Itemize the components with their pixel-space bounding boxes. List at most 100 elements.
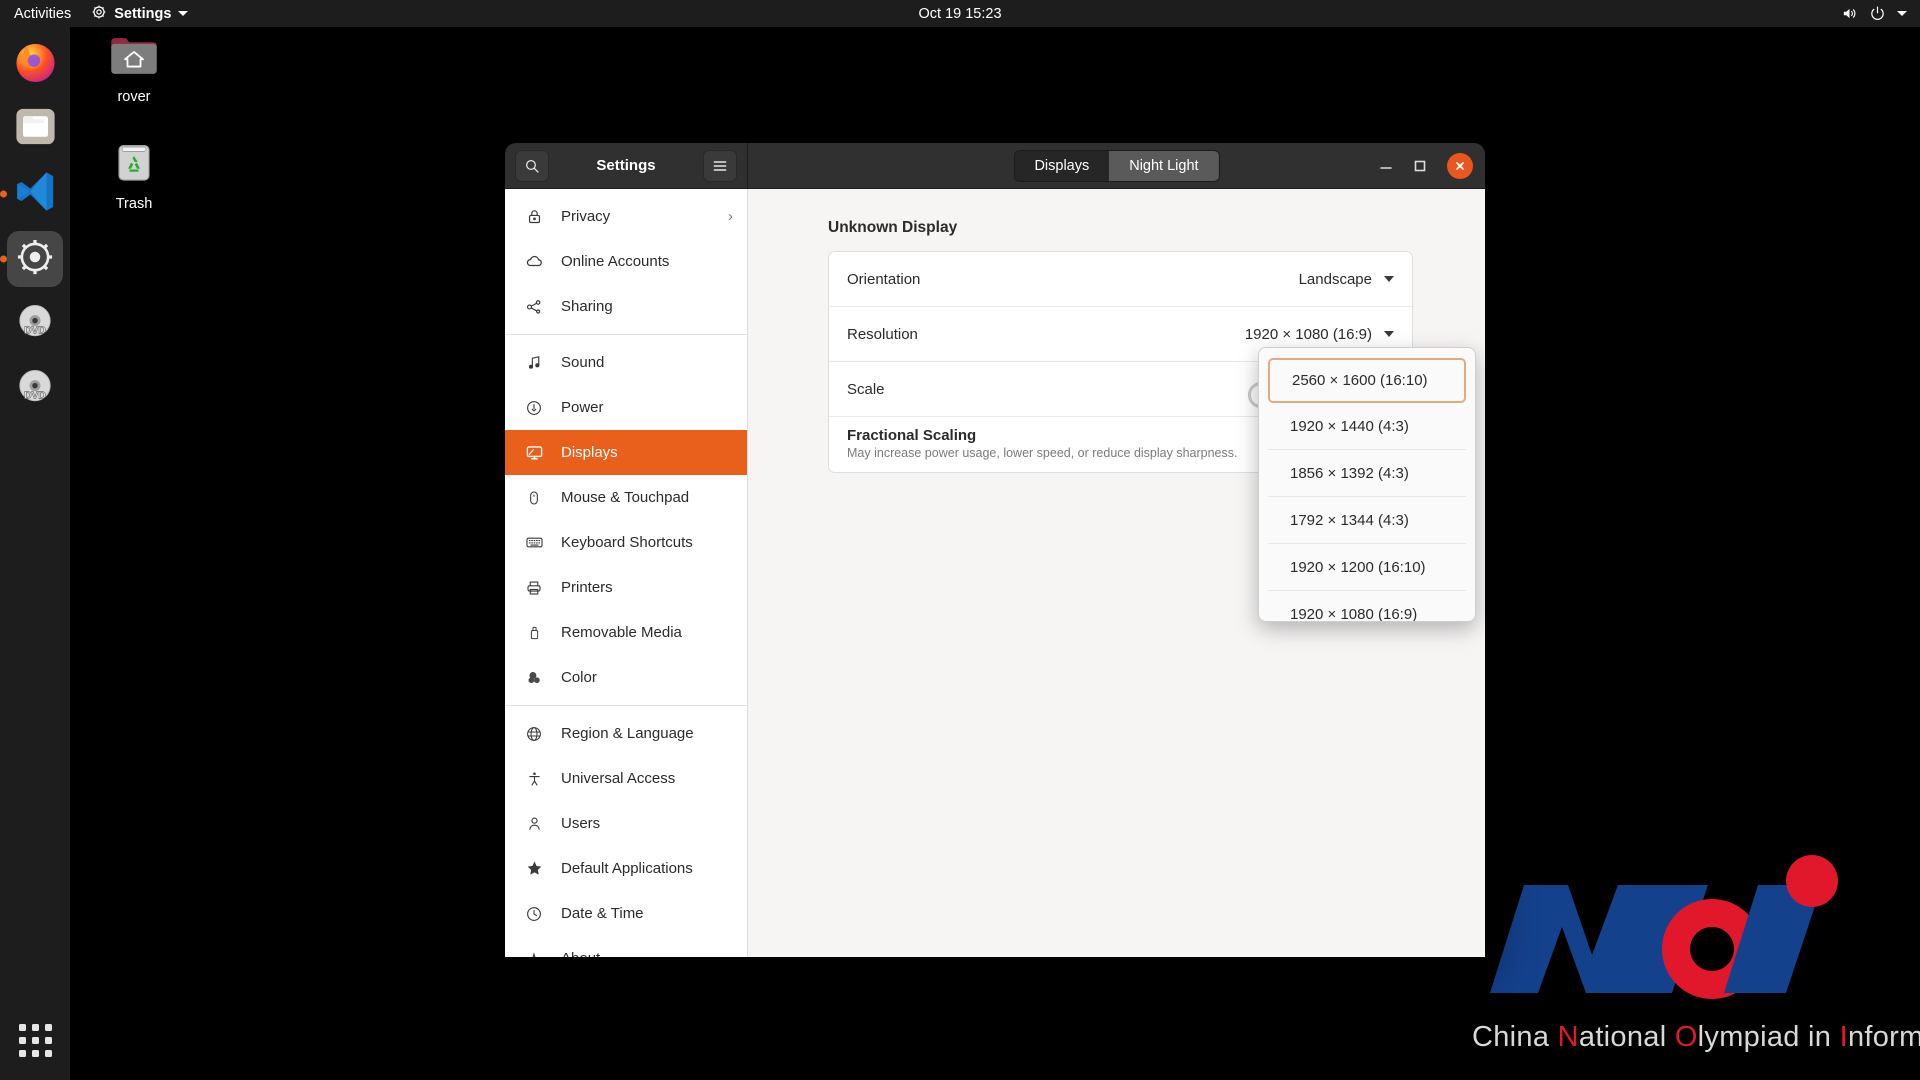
fractional-scaling-label: Fractional Scaling: [847, 427, 977, 444]
desktop-icon-rover[interactable]: rover: [86, 33, 182, 105]
tab-night-light[interactable]: Night Light: [1109, 150, 1219, 181]
keyboard-icon: [523, 533, 545, 552]
sidebar-item-users[interactable]: Users: [505, 801, 747, 846]
cloud-icon: [523, 252, 545, 271]
resolution-value: 1920 × 1080 (16:9): [1244, 325, 1372, 343]
accessibility-icon: [523, 770, 545, 788]
display-name: Unknown Display: [828, 219, 958, 236]
volume-icon[interactable]: [1841, 5, 1858, 22]
chevron-down-icon[interactable]: [1384, 331, 1394, 337]
dock-item-dvd-1[interactable]: DVD: [7, 296, 63, 352]
sidebar-item-universal-access[interactable]: Universal Access: [505, 756, 747, 801]
sidebar-item-removable-media[interactable]: Removable Media: [505, 610, 747, 655]
clock-label: Oct 19 15:23: [918, 5, 1002, 22]
sidebar-item-color[interactable]: Color: [505, 655, 747, 700]
tab-displays[interactable]: Displays: [1014, 150, 1110, 181]
dock-item-firefox[interactable]: [7, 36, 63, 92]
home-folder-icon: [108, 33, 160, 84]
resolution-option[interactable]: 1920 × 1080 (16:9): [1268, 591, 1466, 622]
settings-sidebar: Privacy › Online Accounts Sharing Sound …: [505, 189, 748, 957]
sidebar-item-sharing[interactable]: Sharing: [505, 284, 747, 329]
maximize-icon[interactable]: [1413, 159, 1427, 173]
dock-item-settings[interactable]: [7, 231, 63, 287]
app-menu-label: Settings: [114, 5, 172, 22]
sidebar-item-label: Printers: [561, 579, 613, 596]
desktop-icon-label: Trash: [115, 196, 153, 212]
orientation-value: Landscape: [1298, 270, 1372, 288]
resolution-label: Resolution: [847, 325, 918, 343]
desktop-icon-label: rover: [117, 89, 151, 105]
person-icon: [523, 815, 545, 832]
clock-icon: [523, 905, 545, 923]
share-icon: [523, 298, 545, 316]
sidebar-item-online-accounts[interactable]: Online Accounts: [505, 239, 747, 284]
resolution-option[interactable]: 1920 × 1440 (4:3): [1268, 403, 1466, 450]
mouse-icon: [523, 490, 545, 506]
sidebar-item-label: Power: [561, 399, 604, 416]
sidebar-item-printers[interactable]: Printers: [505, 565, 747, 610]
resolution-option[interactable]: 1856 × 1392 (4:3): [1268, 450, 1466, 497]
sidebar-item-power[interactable]: Power: [505, 385, 747, 430]
sidebar-item-label: Date & Time: [561, 905, 644, 922]
display-icon: [523, 443, 545, 462]
sidebar-divider: [505, 705, 747, 706]
sidebar-item-sound[interactable]: Sound: [505, 340, 747, 385]
printer-icon: [523, 579, 545, 597]
close-icon[interactable]: [1447, 152, 1473, 179]
sidebar-item-region-language[interactable]: Region & Language: [505, 711, 747, 756]
sidebar-item-label: Sharing: [561, 298, 613, 315]
noi-tagline: China National Olympiad in Informatics: [1472, 1021, 1920, 1053]
resolution-option[interactable]: 2560 × 1600 (16:10): [1268, 358, 1466, 403]
row-orientation[interactable]: Orientation Landscape: [829, 252, 1412, 307]
window-controls: [1379, 152, 1477, 179]
sidebar-item-privacy[interactable]: Privacy ›: [505, 194, 747, 239]
hamburger-menu-icon[interactable]: [703, 149, 737, 182]
sidebar-item-date-time[interactable]: Date & Time: [505, 891, 747, 936]
clock[interactable]: Oct 19 15:23: [0, 6, 1920, 22]
dock-item-dvd-2[interactable]: DVD: [7, 361, 63, 417]
search-icon[interactable]: [515, 149, 549, 182]
show-applications-icon[interactable]: [7, 1012, 63, 1068]
sidebar-item-label: Default Applications: [561, 860, 693, 877]
activities-button[interactable]: Activities: [0, 0, 81, 27]
resolution-dropdown-popover: 2560 × 1600 (16:10) 1920 × 1440 (4:3) 18…: [1258, 347, 1476, 622]
sidebar-divider: [505, 334, 747, 335]
top-bar: Activities Settings Oct 19 15:23: [0, 0, 1920, 27]
app-menu-button[interactable]: Settings: [81, 0, 198, 27]
sidebar-item-label: Users: [561, 815, 601, 832]
music-note-icon: [523, 354, 545, 371]
svg-text:DVD: DVD: [24, 325, 46, 336]
svg-text:DVD: DVD: [24, 390, 46, 401]
dock: DVD DVD: [0, 27, 70, 1080]
trash-icon: [110, 138, 158, 191]
color-circles-icon: [523, 668, 545, 687]
resolution-option[interactable]: 1792 × 1344 (4:3): [1268, 497, 1466, 544]
sidebar-item-default-applications[interactable]: Default Applications: [505, 846, 747, 891]
files-icon: [12, 103, 59, 155]
usb-drive-icon: [523, 624, 545, 642]
sidebar-item-about[interactable]: About: [505, 936, 747, 957]
chevron-down-icon[interactable]: [1384, 276, 1394, 282]
resolution-option[interactable]: 1920 × 1200 (16:10): [1268, 544, 1466, 591]
noi-logo-mark: [1472, 851, 1892, 1021]
desktop-icon-trash[interactable]: Trash: [86, 138, 182, 212]
sidebar-item-label: About: [561, 950, 733, 957]
dock-item-vscode[interactable]: [7, 166, 63, 222]
chevron-down-icon[interactable]: [1897, 11, 1907, 16]
power-icon[interactable]: [1869, 5, 1886, 22]
sparkle-icon: [523, 950, 545, 957]
sidebar-item-mouse-touchpad[interactable]: Mouse & Touchpad: [505, 475, 747, 520]
minimize-icon[interactable]: [1379, 159, 1393, 173]
dvd-disc-icon: DVD: [13, 365, 57, 414]
system-status-area[interactable]: [1841, 0, 1920, 27]
gear-icon: [14, 236, 56, 283]
dock-item-files[interactable]: [7, 101, 63, 157]
sidebar-item-label: Privacy: [561, 208, 611, 225]
sidebar-item-displays[interactable]: Displays: [505, 430, 747, 475]
window-titlebar: Settings Displays Night Light: [505, 143, 1485, 189]
sidebar-item-label: Region & Language: [561, 725, 694, 742]
sidebar-item-label: Displays: [561, 444, 618, 461]
sidebar-item-keyboard-shortcuts[interactable]: Keyboard Shortcuts: [505, 520, 747, 565]
titlebar-right: Displays Night Light: [748, 143, 1485, 188]
sidebar-item-label: Universal Access: [561, 770, 676, 787]
